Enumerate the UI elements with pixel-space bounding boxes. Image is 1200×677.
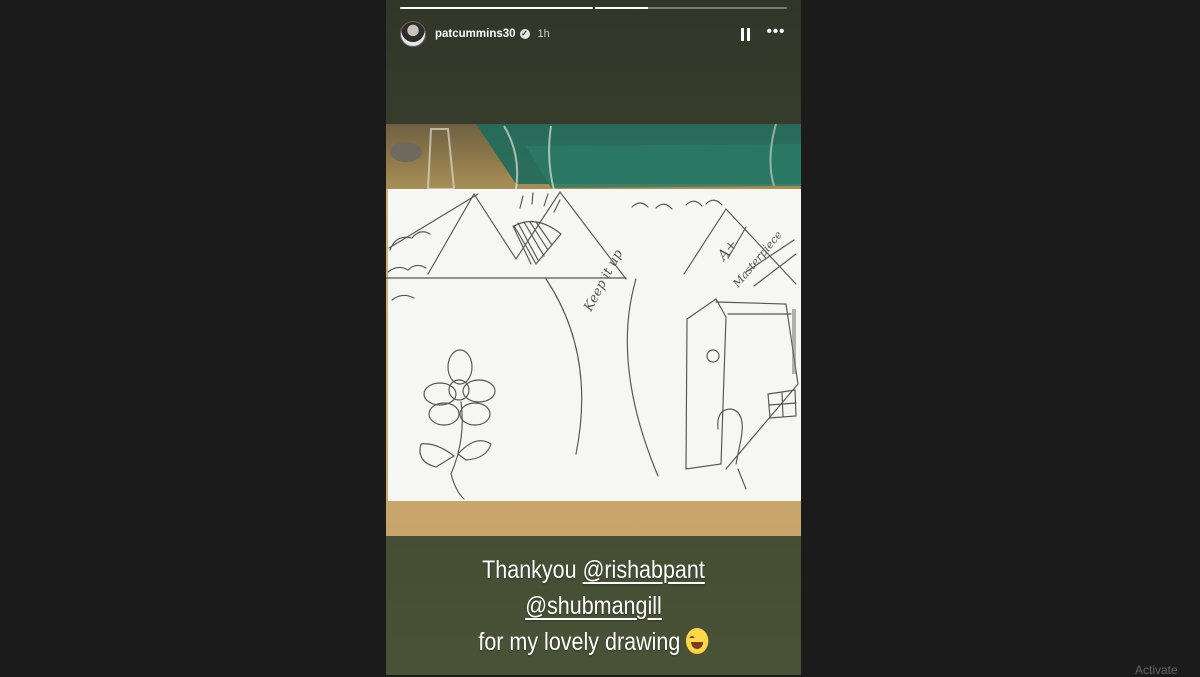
timestamp: 1h	[537, 28, 550, 40]
story-caption: Thankyou @rishabpant @shubmangill for my…	[415, 552, 772, 660]
story-progress	[400, 7, 787, 9]
more-options-button[interactable]: •••	[765, 23, 787, 45]
story-viewer[interactable]: patcummins30 ✓ 1h ••• Keep it up A+ Mast…	[386, 0, 801, 675]
mention-shubmangill[interactable]: @shubmangill	[525, 592, 662, 620]
verified-badge-icon: ✓	[519, 29, 530, 39]
progress-segment-1	[400, 7, 593, 9]
avatar[interactable]	[400, 21, 426, 47]
story-photo: Keep it up A+ Masterpiece	[386, 124, 801, 536]
laughing-emoji-icon	[686, 628, 709, 654]
username[interactable]: patcummins30	[435, 28, 516, 40]
story-header: patcummins30 ✓ 1h •••	[400, 20, 787, 48]
more-icon: •••	[766, 23, 786, 40]
caption-prefix: Thankyou	[482, 556, 577, 584]
caption-line-2: for my lovely drawing	[478, 628, 681, 656]
pause-button[interactable]	[735, 23, 757, 45]
progress-segment-2	[594, 7, 787, 9]
pause-icon	[741, 27, 750, 41]
mention-rishabpant[interactable]: @rishabpant	[583, 556, 705, 584]
